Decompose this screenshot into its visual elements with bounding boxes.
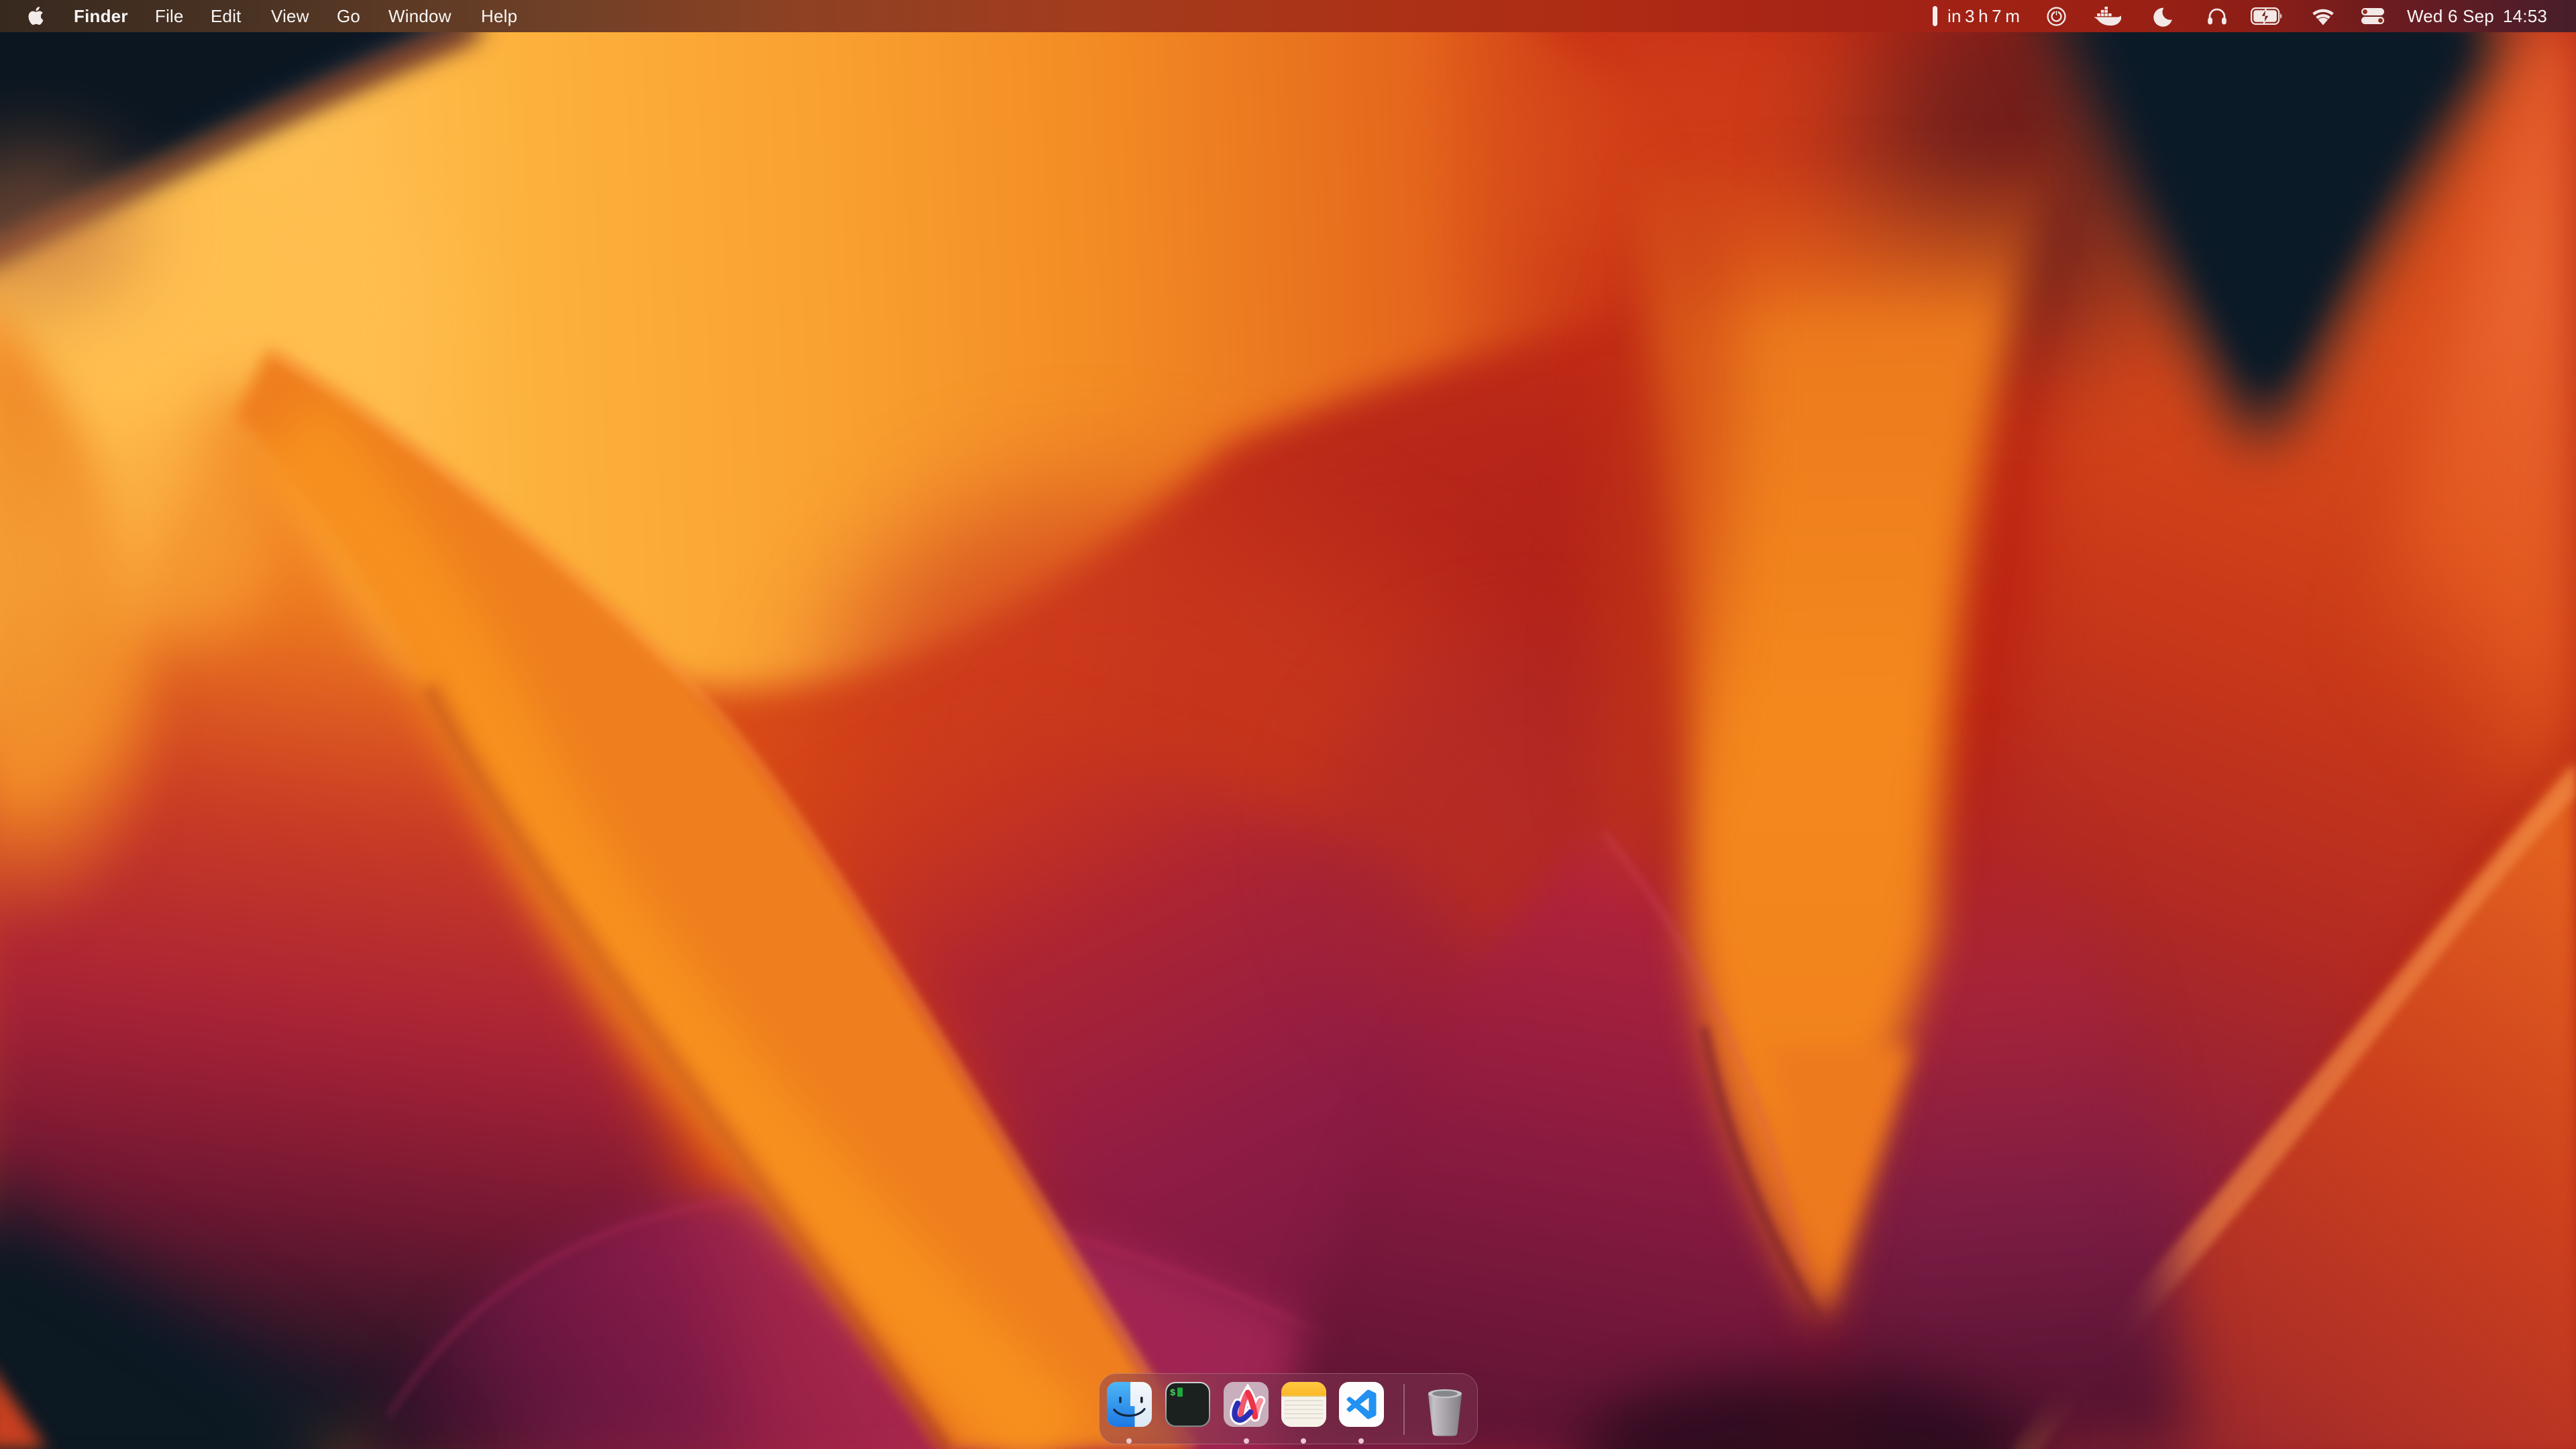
svg-text:$: $ [1170,1388,1175,1399]
